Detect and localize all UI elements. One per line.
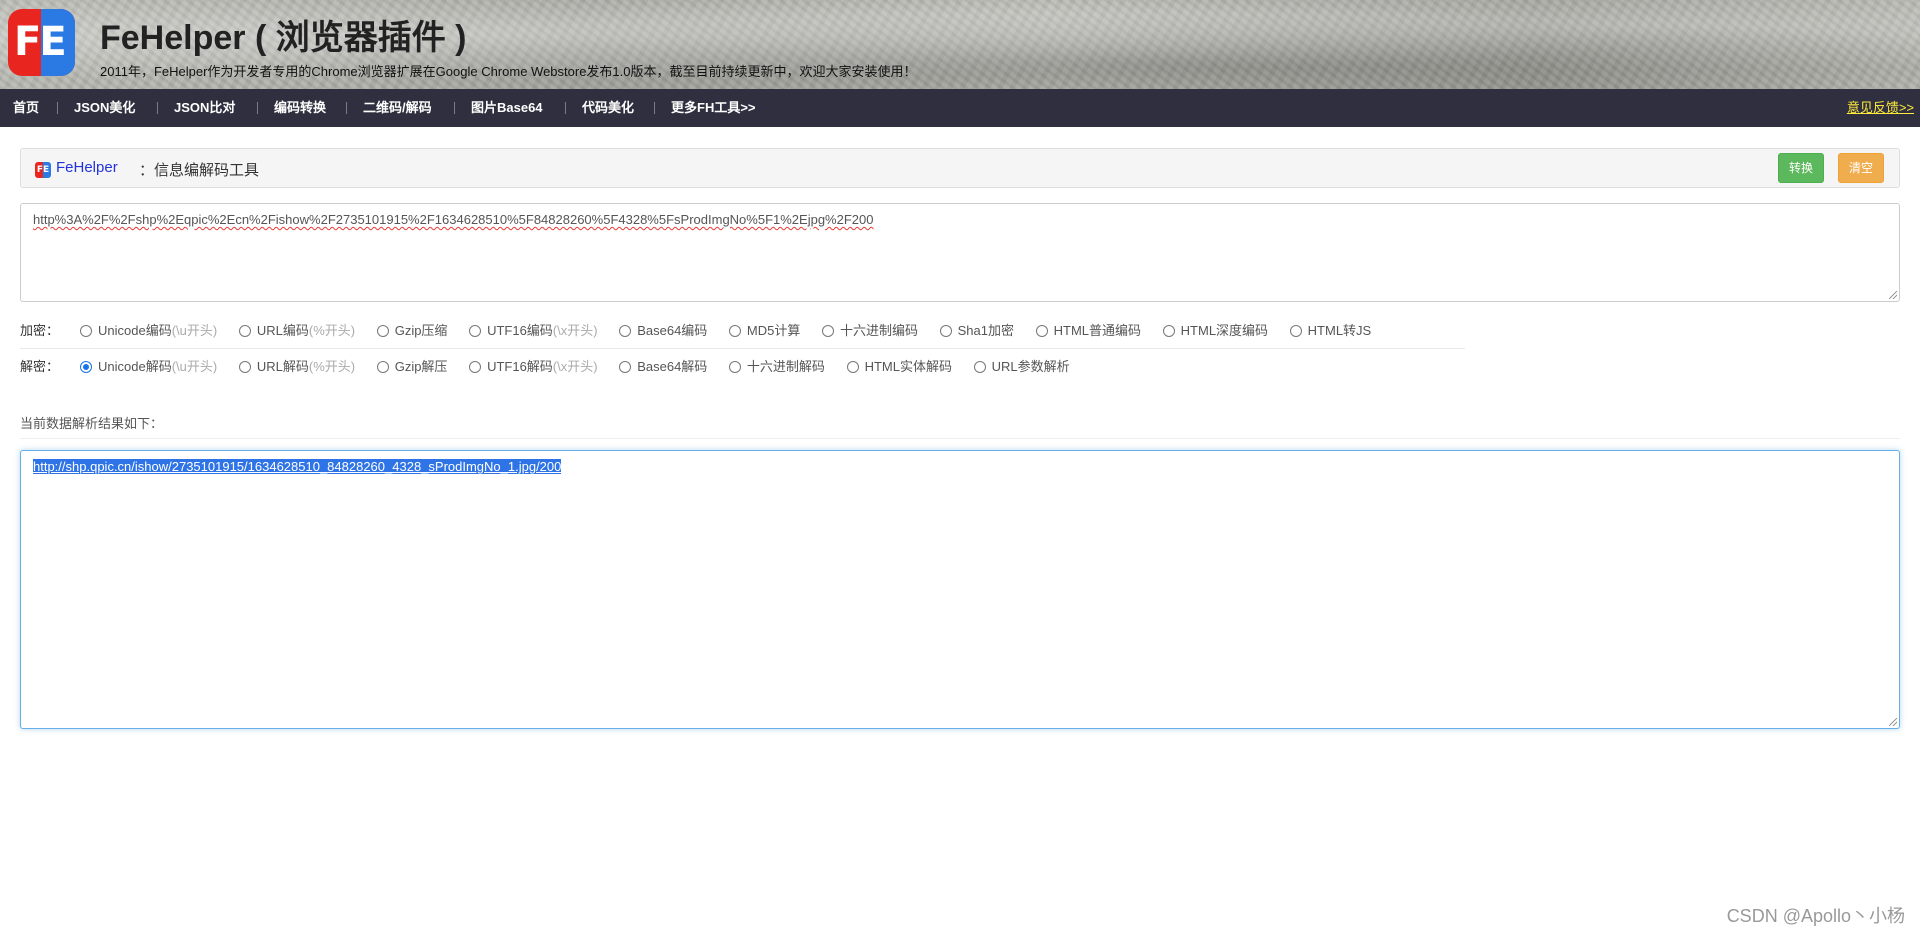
nav-separator — [565, 102, 566, 114]
encode-option-gzip[interactable]: Gzip压缩 — [376, 320, 447, 339]
nav-json-compare[interactable]: JSON比对 — [174, 89, 235, 127]
watermark: CSDN @Apollo丶小杨 — [1726, 906, 1905, 926]
decode-option-url[interactable]: URL解码(%开头) — [238, 356, 355, 375]
radio-icon[interactable] — [619, 325, 632, 337]
radio-icon[interactable] — [238, 361, 251, 373]
radio-icon[interactable] — [846, 361, 859, 373]
radio-icon[interactable] — [238, 325, 251, 337]
nav-separator — [654, 102, 655, 114]
nav-more-tools[interactable]: 更多FH工具>> — [671, 89, 756, 127]
feedback-link[interactable]: 意见反馈>> — [1847, 89, 1914, 127]
nav-qrcode[interactable]: 二维码/解码 — [363, 89, 432, 127]
nav-home[interactable]: 首页 — [13, 89, 39, 127]
decode-option-html-entity[interactable]: HTML实体解码 — [846, 356, 952, 375]
decode-option-url-params[interactable]: URL参数解析 — [973, 356, 1070, 375]
radio-icon[interactable] — [822, 325, 834, 337]
header-banner: FE FeHelper ( 浏览器插件 ) 2011年，FeHelper作为开发… — [0, 0, 1920, 89]
nav-separator — [157, 102, 158, 114]
radio-icon[interactable] — [469, 361, 482, 373]
decode-option-unicode[interactable]: Unicode解码(\u开头) — [80, 356, 217, 375]
encode-option-base64[interactable]: Base64编码 — [619, 320, 707, 339]
nav-separator — [257, 102, 258, 114]
encode-option-html-deep[interactable]: HTML深度编码 — [1162, 320, 1268, 339]
encode-option-url[interactable]: URL编码(%开头) — [238, 320, 355, 339]
radio-icon[interactable] — [1289, 325, 1302, 337]
fehelper-logo: FE — [8, 9, 75, 76]
encode-option-unicode[interactable]: Unicode编码(\u开头) — [80, 320, 217, 339]
resize-handle-icon[interactable] — [1889, 291, 1897, 299]
radio-icon[interactable] — [80, 325, 92, 337]
decode-option-hex[interactable]: 十六进制解码 — [728, 356, 825, 375]
encode-option-html-to-js[interactable]: HTML转JS — [1289, 320, 1371, 339]
result-label: 当前数据解析结果如下： — [20, 416, 164, 431]
encode-option-html-normal[interactable]: HTML普通编码 — [1035, 320, 1141, 339]
radio-icon[interactable] — [1162, 325, 1175, 337]
decode-option-utf16[interactable]: UTF16解码(\x开头) — [469, 356, 598, 375]
nav-code-beautify[interactable]: 代码美化 — [582, 89, 634, 127]
result-divider — [20, 438, 1900, 439]
source-text: http%3A%2F%2Fshp%2Eqpic%2Ecn%2Fishow%2F2… — [33, 212, 874, 227]
encode-options: Unicode编码(\u开头) URL编码(%开头) Gzip压缩 UTF16编… — [80, 320, 1389, 340]
encode-option-md5[interactable]: MD5计算 — [728, 320, 800, 339]
encode-label: 加密： — [20, 323, 60, 338]
nav-separator — [454, 102, 455, 114]
nav-image-base64[interactable]: 图片Base64 — [471, 89, 543, 127]
tool-title: ：信息编解码工具 — [139, 162, 260, 179]
radio-icon[interactable] — [1035, 325, 1048, 337]
convert-button[interactable]: 转换 — [1778, 153, 1824, 183]
logo-text: FE — [14, 19, 67, 65]
radio-icon[interactable] — [619, 361, 632, 373]
resize-handle-icon[interactable] — [1889, 718, 1897, 726]
nav-json-beautify[interactable]: JSON美化 — [74, 89, 135, 127]
radio-icon[interactable] — [376, 325, 389, 337]
encode-option-hex[interactable]: 十六进制编码 — [822, 320, 918, 339]
radio-icon[interactable] — [973, 361, 986, 373]
decode-label: 解密： — [20, 359, 60, 374]
nav-separator — [346, 102, 347, 114]
decode-options: Unicode解码(\u开头) URL解码(%开头) Gzip解压 UTF16解… — [80, 356, 1088, 376]
encode-option-sha1[interactable]: Sha1加密 — [939, 320, 1014, 339]
nav-encoding[interactable]: 编码转换 — [274, 89, 326, 127]
source-textarea[interactable]: http%3A%2F%2Fshp%2Eqpic%2Ecn%2Fishow%2F2… — [20, 203, 1900, 302]
decode-option-base64[interactable]: Base64解码 — [619, 356, 707, 375]
result-text: http://shp.qpic.cn/ishow/2735101915/1634… — [33, 459, 562, 474]
radio-checked-icon[interactable] — [80, 361, 92, 373]
radio-icon[interactable] — [376, 361, 389, 373]
radio-icon[interactable] — [728, 325, 741, 337]
result-textarea[interactable]: http://shp.qpic.cn/ishow/2735101915/1634… — [20, 450, 1900, 729]
fehelper-mini-logo-icon: FE — [35, 162, 51, 178]
app-title: FeHelper ( 浏览器插件 ) — [100, 19, 467, 57]
options-divider — [20, 348, 1465, 349]
app-subtitle: 2011年，FeHelper作为开发者专用的Chrome浏览器扩展在Google… — [100, 64, 917, 79]
clear-button[interactable]: 清空 — [1838, 153, 1884, 183]
radio-icon[interactable] — [728, 361, 741, 373]
radio-icon[interactable] — [939, 325, 952, 337]
top-navbar: 首页 JSON美化 JSON比对 编码转换 二维码/解码 图片Base64 代码… — [0, 89, 1920, 127]
radio-icon[interactable] — [469, 325, 482, 337]
decode-option-gzip[interactable]: Gzip解压 — [376, 356, 447, 375]
encode-option-utf16[interactable]: UTF16编码(\x开头) — [469, 320, 598, 339]
brand-link[interactable]: FeHelper — [56, 159, 118, 176]
nav-separator — [57, 102, 58, 114]
panel-heading: FE FeHelper ：信息编解码工具 转换 清空 — [20, 148, 1900, 188]
